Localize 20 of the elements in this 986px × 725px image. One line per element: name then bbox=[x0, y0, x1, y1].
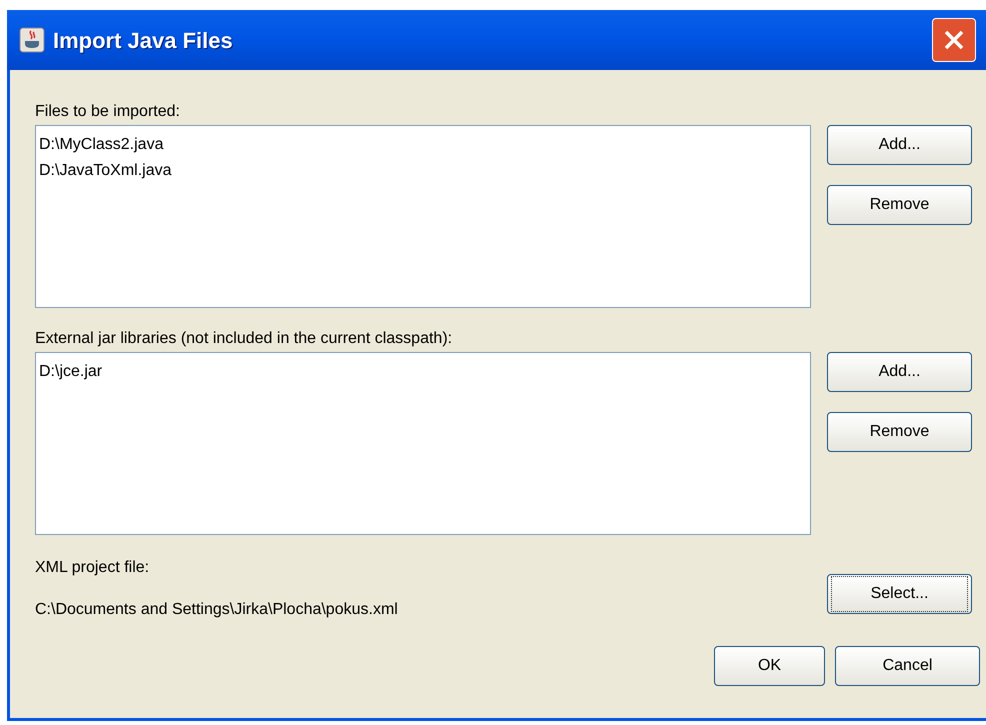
dialog-button[interactable]: Add... bbox=[827, 125, 972, 165]
java-cup-icon bbox=[19, 27, 45, 53]
section-label: External jar libraries (not included in the current classpath): bbox=[35, 329, 454, 349]
list-item[interactable]: D:\JavaToXml.java bbox=[39, 158, 807, 184]
project-path: C:\Documents and Settings\Jirka\Plocha\pokus.xml bbox=[35, 600, 399, 620]
dialog-button[interactable]: Remove bbox=[827, 185, 972, 225]
section-label: Files to be imported: bbox=[35, 102, 181, 122]
dialog-button[interactable]: Remove bbox=[827, 412, 972, 452]
close-button[interactable] bbox=[932, 18, 976, 62]
window-title: Import Java Files bbox=[53, 26, 233, 55]
section-label: XML project file: bbox=[35, 558, 150, 578]
list-item[interactable]: D:\jce.jar bbox=[39, 359, 807, 385]
dialog-button[interactable]: OK bbox=[714, 646, 825, 686]
dialog-button[interactable]: Add... bbox=[827, 352, 972, 392]
list-item[interactable]: D:\MyClass2.java bbox=[39, 132, 807, 158]
file-list[interactable]: D:\jce.jar bbox=[35, 352, 811, 535]
file-list[interactable]: D:\MyClass2.java D:\JavaToXml.java bbox=[35, 125, 811, 308]
close-icon bbox=[942, 28, 966, 52]
dialog-button[interactable]: Cancel bbox=[835, 646, 980, 686]
dialog-button[interactable]: Select... bbox=[827, 574, 972, 614]
